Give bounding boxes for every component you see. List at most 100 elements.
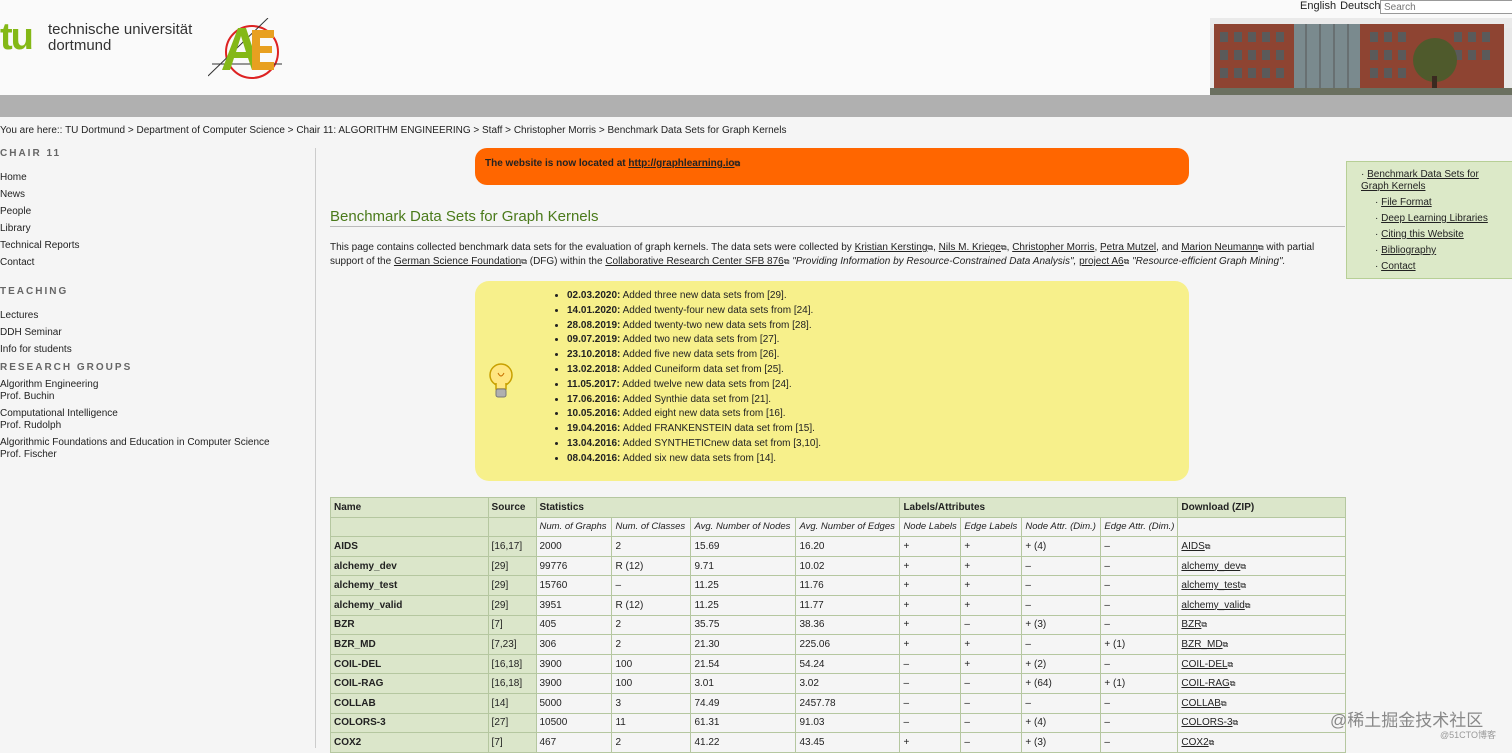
author-link-morris[interactable]: Christopher Morris (1012, 242, 1094, 253)
cell-num-graphs: 10500 (535, 712, 613, 734)
subheader-num-graphs: Num. of Graphs (535, 516, 613, 538)
breadcrumb-prefix: You are here:: (0, 125, 63, 136)
external-link-icon: ⧉ (1204, 541, 1211, 551)
cell-name: alchemy_valid (330, 594, 489, 616)
external-link-icon: ⧉ (1000, 243, 1007, 252)
cell-node-labels: + (899, 536, 962, 557)
nav-item-algorithmic-foundations[interactable]: Algorithmic Foundations and Education in… (0, 437, 310, 461)
download-link[interactable]: COX2 (1181, 737, 1208, 748)
nav-item-lectures[interactable]: Lectures (0, 307, 310, 324)
subheader-empty (1177, 516, 1346, 538)
news-text: Added Cuneiform data set from [25]. (622, 363, 784, 375)
lang-deutsch-link[interactable]: Deutsch (1340, 0, 1380, 12)
intro-text-4: "Providing Information by Resource-Const… (792, 256, 1077, 267)
nav-item-news[interactable]: News (0, 186, 310, 203)
table-row: BZR [7] 405 2 35.75 38.36 + – + (3) – BZR⧉ (330, 614, 1346, 636)
ae-logo[interactable] (207, 17, 284, 89)
lang-english-link[interactable]: English (1300, 0, 1336, 12)
cell-edge-attr: – (1100, 614, 1179, 636)
nav-separator (315, 148, 316, 748)
university-name[interactable]: technische universität dortmund (48, 22, 192, 54)
toc-link-benchmark[interactable]: Benchmark Data Sets for Graph Kernels (1361, 169, 1479, 192)
nav-item-home[interactable]: Home (0, 169, 310, 186)
dfg-link[interactable]: German Science Foundation (394, 256, 521, 267)
project-a6-link[interactable]: project A6 (1079, 256, 1123, 267)
toc-link-contact[interactable]: Contact (1381, 261, 1415, 272)
download-link[interactable]: COLLAB (1181, 698, 1220, 709)
download-link[interactable]: COIL-DEL (1181, 659, 1227, 670)
nav-item-info-students[interactable]: Info for students (0, 341, 310, 358)
download-link[interactable]: alchemy_dev (1181, 561, 1240, 572)
toc-link-file-format[interactable]: File Format (1381, 197, 1432, 208)
external-link-icon: ⧉ (1220, 698, 1227, 708)
cell-edge-labels: – (960, 673, 1023, 694)
download-link[interactable]: BZR (1181, 619, 1201, 630)
relocation-notice: The website is now located at http://gra… (475, 148, 1189, 185)
nav-group-name: Computational Intelligence (0, 408, 118, 419)
cell-num-classes: 100 (611, 653, 692, 675)
breadcrumb-item-person[interactable]: Christopher Morris (514, 125, 596, 136)
notice-link[interactable]: http://graphlearning.io (628, 158, 734, 169)
nav-item-library[interactable]: Library (0, 220, 310, 237)
cell-num-graphs: 15760 (535, 575, 613, 596)
cell-node-attr: + (3) (1021, 614, 1102, 636)
table-row: AIDS [16,17] 2000 2 15.69 16.20 + + + (4) – AIDS⧉ (330, 536, 1346, 557)
cell-edge-labels: + (960, 653, 1023, 675)
cell-node-attr: + (2) (1021, 653, 1102, 675)
title-divider (330, 226, 1345, 227)
cell-name: COIL-DEL (330, 653, 489, 675)
cell-edge-labels: + (960, 536, 1023, 557)
intro-text-5: "Resource-efficient Graph Mining". (1132, 256, 1286, 267)
university-name-line2: dortmund (48, 37, 112, 54)
download-link[interactable]: AIDS (1181, 541, 1204, 552)
cell-num-graphs: 306 (535, 634, 613, 655)
sfb876-link[interactable]: Collaborative Research Center SFB 876 (605, 256, 783, 267)
breadcrumb-item-tu-dortmund[interactable]: TU Dortmund (65, 125, 125, 136)
cell-edge-attr: – (1100, 536, 1179, 557)
nav-item-algorithm-engineering[interactable]: Algorithm Engineering Prof. Buchin (0, 379, 310, 403)
col-header-name: Name (330, 497, 489, 518)
cell-name: alchemy_dev (330, 555, 489, 577)
tu-logo[interactable]: tu (0, 18, 34, 56)
nav-item-people[interactable]: People (0, 203, 310, 220)
cell-node-labels: + (899, 594, 962, 616)
download-link[interactable]: COLORS-3 (1181, 717, 1232, 728)
breadcrumb-item-chair[interactable]: Chair 11: ALGORITHM ENGINEERING (296, 125, 470, 136)
breadcrumb-item-department[interactable]: Department of Computer Science (137, 125, 285, 136)
breadcrumb-item-current: Benchmark Data Sets for Graph Kernels (607, 125, 787, 136)
news-text: Added eight new data sets from [16]. (622, 408, 786, 420)
news-item: 13.02.2018: Added Cuneiform data set fro… (567, 363, 821, 378)
nav-item-computational-intelligence[interactable]: Computational Intelligence Prof. Rudolph (0, 408, 310, 432)
nav-item-technical-reports[interactable]: Technical Reports (0, 237, 310, 254)
nav-item-ddh-seminar[interactable]: DDH Seminar (0, 324, 310, 341)
cell-download: COIL-RAG⧉ (1177, 673, 1346, 694)
author-link-mutzel[interactable]: Petra Mutzel (1100, 242, 1156, 253)
news-text: Added FRANKENSTEIN data set from [15]. (622, 423, 815, 435)
cell-edge-labels: + (960, 634, 1023, 655)
cell-num-graphs: 99776 (535, 555, 613, 577)
search-input[interactable] (1380, 0, 1512, 14)
toc-link-deep-learning[interactable]: Deep Learning Libraries (1381, 213, 1488, 224)
author-link-kersting[interactable]: Kristian Kersting (855, 242, 928, 253)
author-link-kriege[interactable]: Nils M. Kriege (939, 242, 1001, 253)
news-item: 28.08.2019: Added twenty-two new data se… (567, 319, 821, 334)
nav-heading-teaching: TEACHING (0, 286, 69, 297)
cell-avg-edges: 38.36 (795, 614, 901, 636)
breadcrumb-item-staff[interactable]: Staff (482, 125, 502, 136)
nav-item-contact[interactable]: Contact (0, 254, 310, 271)
cell-edge-labels: + (960, 575, 1023, 596)
cell-node-labels: – (899, 653, 962, 675)
cell-name: COLORS-3 (330, 712, 489, 734)
toc-link-bibliography[interactable]: Bibliography (1381, 245, 1436, 256)
cell-avg-edges: 16.20 (795, 536, 901, 557)
cell-name: alchemy_test (330, 575, 489, 596)
download-link[interactable]: COIL-RAG (1181, 678, 1229, 689)
external-link-icon: ⧉ (1229, 679, 1236, 689)
download-link[interactable]: BZR_MD (1181, 639, 1222, 650)
external-link-icon: ⧉ (1232, 718, 1239, 728)
toc-link-citing[interactable]: Citing this Website (1381, 229, 1464, 240)
author-link-neumann[interactable]: Marion Neumann (1181, 242, 1258, 253)
download-link[interactable]: alchemy_test (1181, 580, 1240, 591)
download-link[interactable]: alchemy_valid (1181, 600, 1244, 611)
cell-edge-attr: – (1100, 692, 1179, 714)
